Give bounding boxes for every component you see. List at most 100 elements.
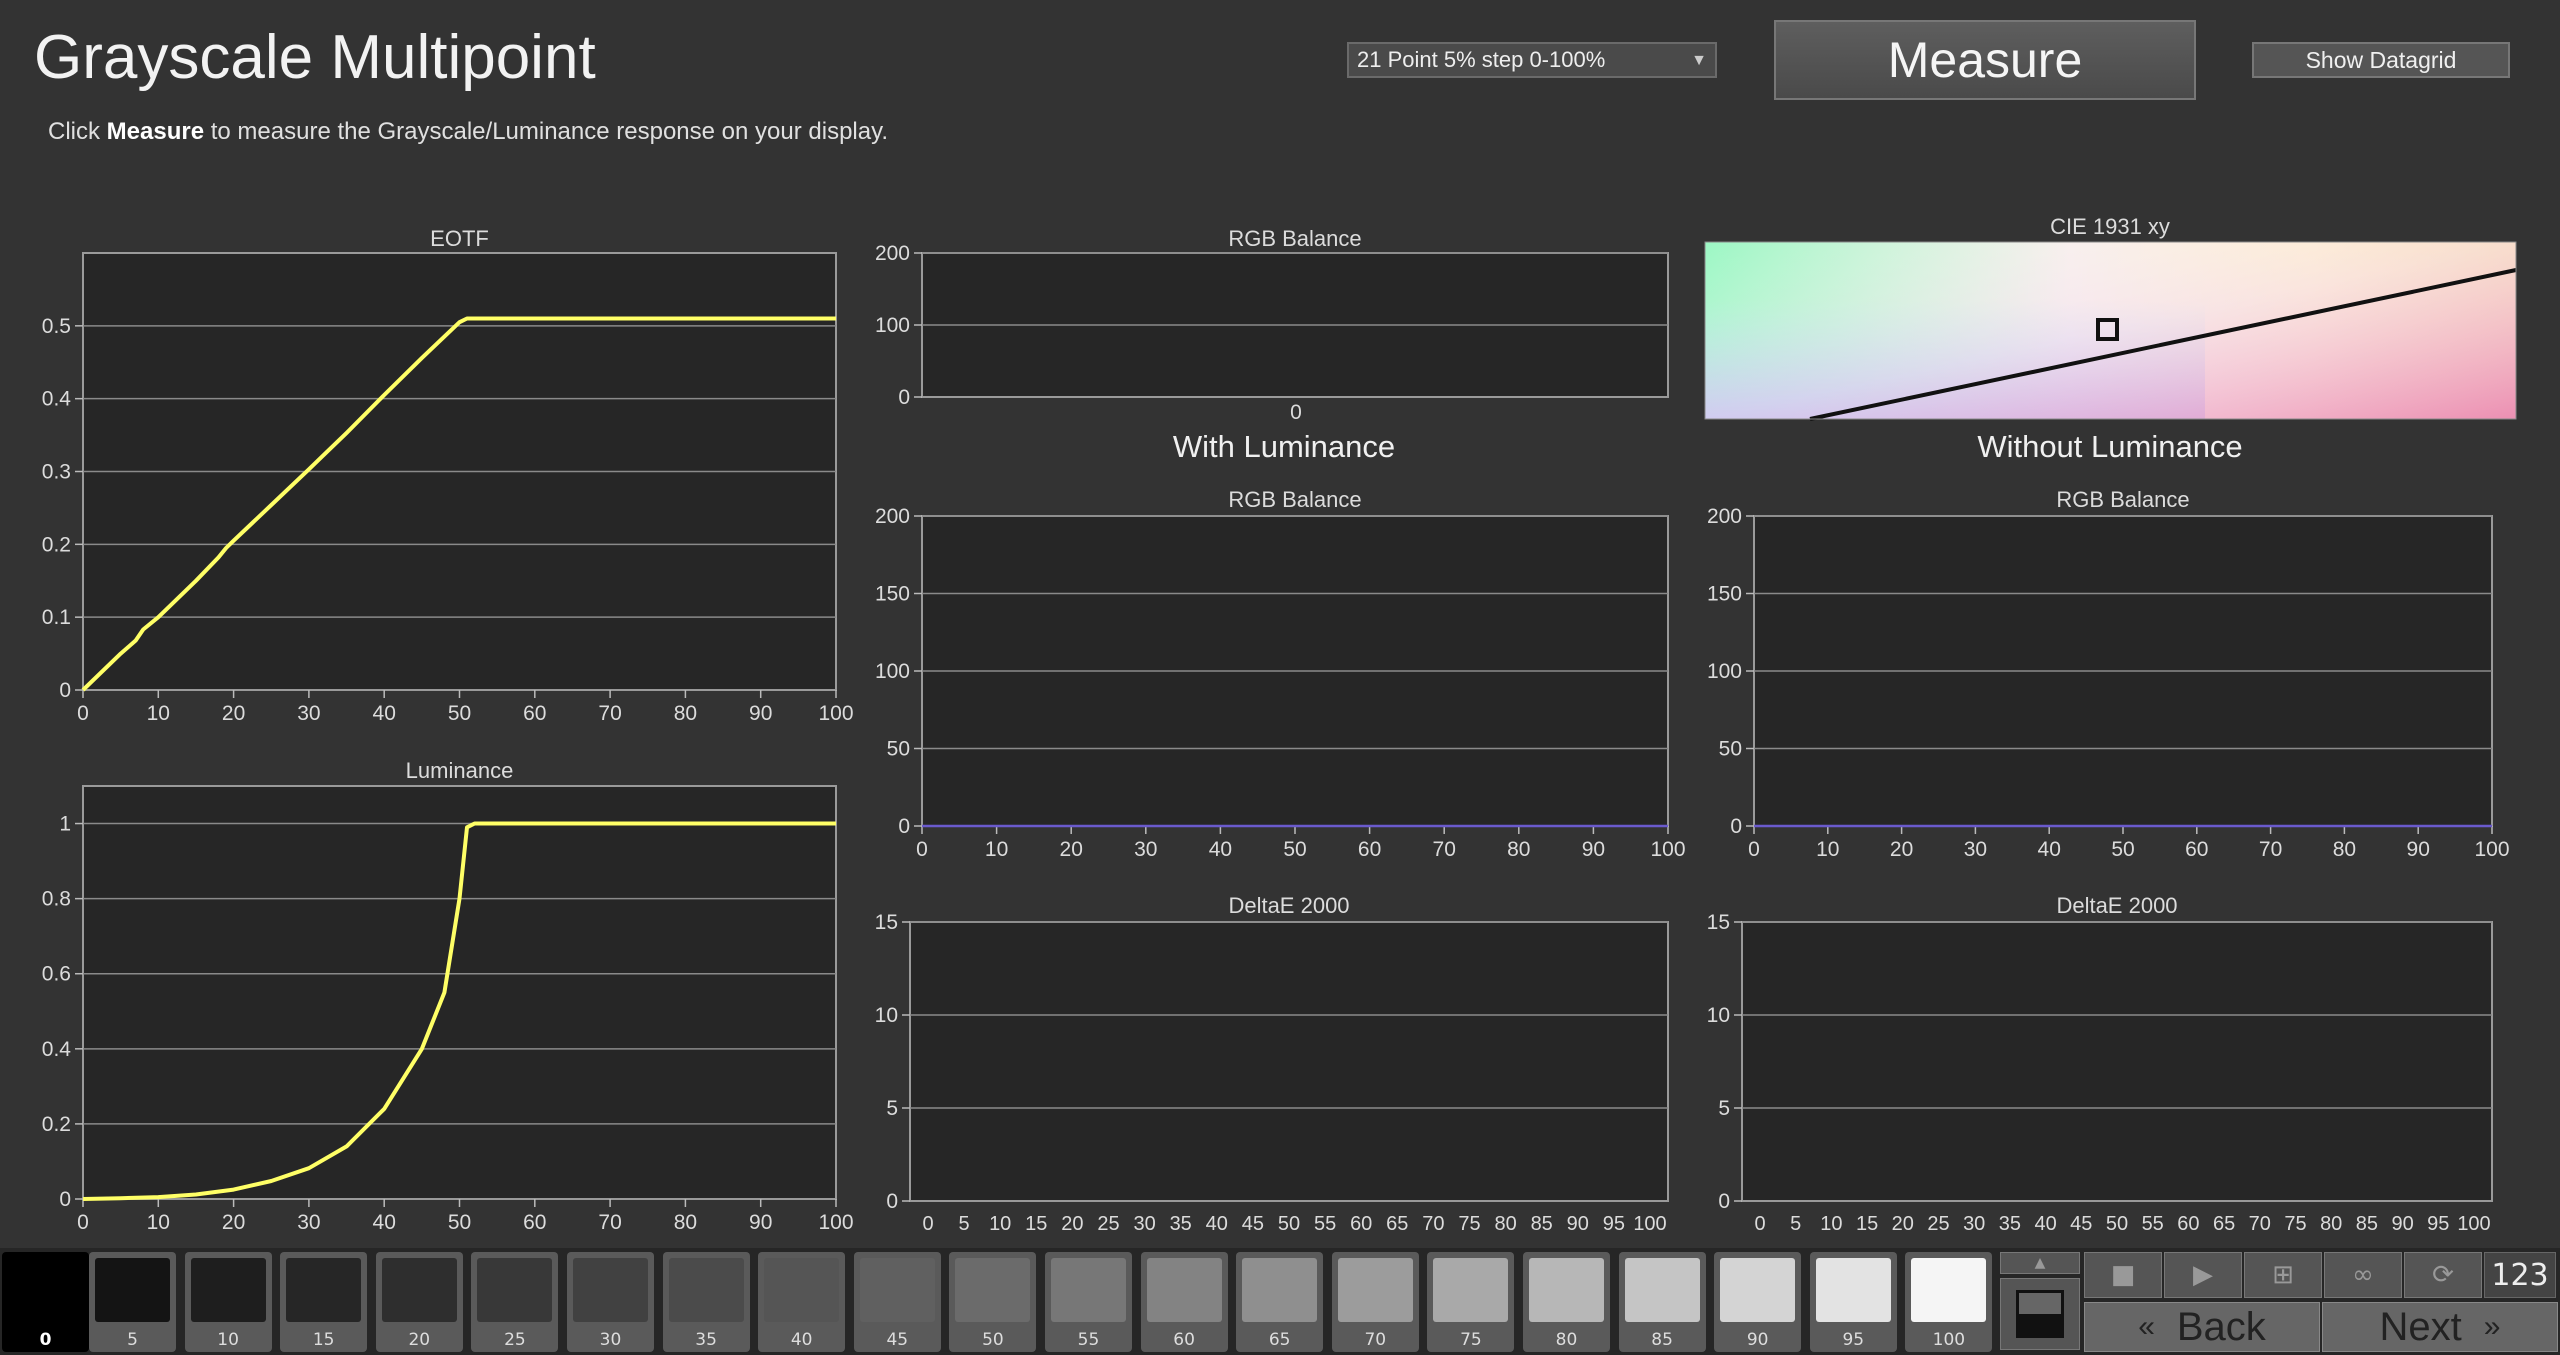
- de-with-ytick-label: 15: [875, 911, 898, 934]
- refresh-icon: ⟳: [2432, 1260, 2454, 1290]
- de-without-category-label: 40: [2034, 1213, 2056, 1235]
- rgb-top-ytick-label: 200: [875, 242, 910, 265]
- de-with-category-label: 90: [1567, 1213, 1589, 1235]
- patch-label: 0: [39, 1330, 52, 1350]
- eotf-xtick-label: 0: [77, 702, 89, 725]
- back-chevron-icon: «: [2138, 1310, 2155, 1343]
- eotf-xtick-label: 100: [818, 702, 853, 725]
- patch-50[interactable]: 50: [949, 1252, 1037, 1352]
- luminance-xtick-label: 30: [297, 1211, 320, 1234]
- de-with-ytick-label: 5: [886, 1097, 898, 1120]
- patch-20[interactable]: 20: [375, 1252, 463, 1352]
- back-label: Back: [2176, 1304, 2266, 1349]
- patch-85[interactable]: 85: [1618, 1252, 1706, 1352]
- patch-10[interactable]: 10: [184, 1252, 272, 1352]
- patch-75[interactable]: 75: [1427, 1252, 1515, 1352]
- rgb-top-category-label: 0: [1290, 401, 1302, 424]
- luminance-xtick-label: 50: [448, 1211, 471, 1234]
- rgb-top-ytick-label: 0: [898, 386, 910, 409]
- patch-label: 30: [599, 1330, 622, 1350]
- de-without-category-label: 50: [2106, 1213, 2128, 1235]
- luminance-xtick-label: 20: [222, 1211, 245, 1234]
- rgb-without-ytick-label: 150: [1707, 583, 1742, 606]
- patch-25[interactable]: 25: [471, 1252, 559, 1352]
- patch-65[interactable]: 65: [1236, 1252, 1324, 1352]
- patch-label: 90: [1746, 1330, 1769, 1350]
- rgb-with-xtick-label: 0: [916, 838, 928, 861]
- patch-window-toggle[interactable]: [2000, 1278, 2080, 1350]
- rgb-with-xtick-label: 80: [1507, 838, 1530, 861]
- patch-35[interactable]: 35: [662, 1252, 750, 1352]
- de-without-category-label: 15: [1856, 1213, 1878, 1235]
- patch-color: [1337, 1258, 1413, 1322]
- rgb-with-xtick-label: 50: [1283, 838, 1306, 861]
- patch-label: 35: [695, 1330, 717, 1350]
- patch-70[interactable]: 70: [1331, 1252, 1419, 1352]
- patch-label: 40: [790, 1330, 813, 1350]
- stop-button[interactable]: ■: [2084, 1252, 2162, 1298]
- rgb-without-xtick-label: 30: [1964, 838, 1987, 861]
- patch-95[interactable]: 95: [1809, 1252, 1897, 1352]
- patch-40[interactable]: 40: [758, 1252, 846, 1352]
- patch-label: 5: [127, 1330, 138, 1350]
- de-with-ytick-label: 10: [875, 1004, 898, 1027]
- de-without-title: DeltaE 2000: [2056, 893, 2177, 918]
- rgb-without-xtick-label: 0: [1748, 838, 1760, 861]
- de-with-category-label: 0: [922, 1213, 933, 1235]
- patch-55[interactable]: 55: [1045, 1252, 1132, 1352]
- rgb-with-ytick-label: 200: [875, 505, 910, 528]
- rgb-with-xtick-label: 70: [1433, 838, 1456, 861]
- patch-100[interactable]: 100: [1905, 1252, 1993, 1352]
- patch-80[interactable]: 80: [1523, 1252, 1610, 1352]
- refresh-button[interactable]: ⟳: [2404, 1252, 2482, 1298]
- patch-color: [286, 1258, 362, 1322]
- patch-5[interactable]: 5: [89, 1252, 176, 1352]
- cie-title: CIE 1931 xy: [2050, 214, 2170, 239]
- measure-series-button[interactable]: ⊞: [2244, 1252, 2322, 1298]
- de-with-category-label: 65: [1386, 1213, 1408, 1235]
- patch-60[interactable]: 60: [1140, 1252, 1228, 1352]
- next-button[interactable]: Next »: [2322, 1302, 2558, 1352]
- without-luminance-heading: Without Luminance: [1977, 429, 2242, 464]
- de-with-category-label: 85: [1531, 1213, 1553, 1235]
- patch-90[interactable]: 90: [1714, 1252, 1802, 1352]
- patch-color: [1242, 1258, 1318, 1322]
- charts-canvas: EOTF00.10.20.30.40.50 10 20 30 40 50 60 70 80 90 1…: [42, 214, 2517, 1235]
- patch-color: [477, 1258, 553, 1322]
- luminance-xtick-label: 70: [598, 1211, 621, 1234]
- counter-badge: 123: [2484, 1252, 2556, 1298]
- de-without-category-label: 100: [2457, 1213, 2490, 1235]
- rgb-without-xtick-label: 80: [2333, 838, 2356, 861]
- de-with-category-label: 80: [1494, 1213, 1516, 1235]
- de-with-category-label: 45: [1242, 1213, 1264, 1235]
- de-with-ytick-label: 0: [886, 1190, 898, 1213]
- de-without-category-label: 45: [2070, 1213, 2092, 1235]
- eotf-ytick-label: 0.5: [42, 315, 71, 338]
- rgb-with-ytick-label: 0: [898, 815, 910, 838]
- patch-45[interactable]: 45: [853, 1252, 941, 1352]
- patch-30[interactable]: 30: [567, 1252, 654, 1352]
- patch-15[interactable]: 15: [280, 1252, 368, 1352]
- patch-0[interactable]: 0: [2, 1252, 89, 1352]
- rgb-with-ytick-label: 100: [875, 660, 910, 683]
- patch-color: [95, 1258, 170, 1322]
- luminance-ytick-label: 1: [59, 813, 71, 836]
- rgb-top-title: RGB Balance: [1228, 226, 1361, 251]
- rgb-with-xtick-label: 60: [1358, 838, 1381, 861]
- eotf-xtick-label: 80: [674, 702, 697, 725]
- back-button[interactable]: « Back: [2084, 1302, 2320, 1352]
- patch-label: 15: [312, 1330, 335, 1350]
- collapse-up-button[interactable]: ▲: [2000, 1252, 2080, 1274]
- luminance-xtick-label: 0: [77, 1211, 89, 1234]
- de-with-category-label: 5: [959, 1213, 970, 1235]
- eotf-xtick-label: 90: [749, 702, 772, 725]
- rgb-without-xtick-label: 90: [2407, 838, 2430, 861]
- eotf-title: EOTF: [430, 226, 489, 251]
- patch-color: [955, 1258, 1031, 1322]
- de-without-ytick-label: 15: [1707, 911, 1730, 934]
- eotf-xtick-label: 30: [297, 702, 320, 725]
- play-button[interactable]: ▶: [2164, 1252, 2242, 1298]
- rgb-with-xtick-label: 10: [985, 838, 1008, 861]
- continuous-button[interactable]: ∞: [2324, 1252, 2402, 1298]
- rgb-without-ytick-label: 100: [1707, 660, 1742, 683]
